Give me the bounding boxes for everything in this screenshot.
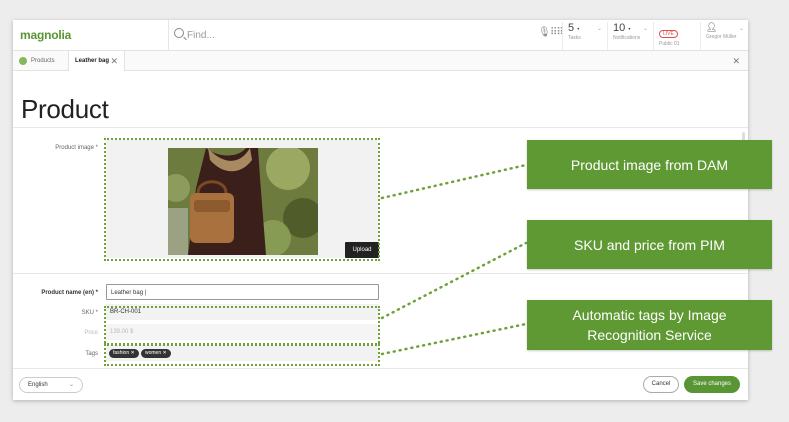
notifications-label: Notifications [613, 35, 641, 41]
environment-label: Public 01 [659, 41, 680, 47]
app-icon [19, 57, 27, 65]
search-bar[interactable] [168, 20, 518, 51]
chevron-down-icon: ⌄ [68, 382, 74, 388]
save-changes-button[interactable]: Save changes [684, 376, 740, 393]
tags-label: Tags [85, 351, 98, 357]
user-menu[interactable]: 👤︎ Gregor Müller ⌄ [700, 22, 748, 50]
notifications-indicator[interactable]: 10 • Notifications ⌄ [607, 22, 652, 50]
environment-indicator[interactable]: LIVE Public 01 [653, 22, 699, 50]
chevron-down-icon: ⌄ [738, 26, 744, 32]
highlight-tags-box [104, 343, 380, 366]
tasks-label: Tasks [568, 35, 581, 41]
highlight-sku-price-box [104, 306, 380, 346]
tasks-indicator[interactable]: 5 • Tasks ⌄ [562, 22, 606, 50]
top-bar: magnolia 🎙 ⠿⠿ 5 • Tasks ⌄ 10 • Notificat… [13, 20, 748, 51]
tab-products[interactable]: Products [13, 51, 68, 71]
callout-tags: Automatic tags by Image Recognition Serv… [527, 300, 772, 350]
product-name-label: Product name (en) * [41, 290, 98, 296]
divider [13, 127, 748, 128]
sku-label: SKU * [81, 310, 98, 316]
close-icon[interactable]: ✕ [732, 51, 740, 71]
tab-bar: Products Leather bag ✕ ✕ [13, 51, 748, 71]
language-select[interactable]: English ⌄ [19, 377, 83, 393]
divider [13, 368, 748, 369]
microphone-icon[interactable]: 🎙 [538, 27, 551, 38]
search-icon [174, 28, 184, 38]
product-image-label: Product image * [55, 145, 98, 151]
chevron-down-icon: ⌄ [596, 26, 602, 32]
callout-pim: SKU and price from PIM [527, 220, 772, 269]
divider [13, 273, 748, 274]
status-badge: LIVE [659, 30, 678, 38]
user-name: Gregor Müller [706, 34, 737, 40]
search-input[interactable] [187, 26, 487, 44]
page-title: Product [21, 94, 109, 124]
highlight-image-box [104, 138, 380, 261]
tab-leather-bag[interactable]: Leather bag ✕ [68, 51, 125, 71]
product-name-input[interactable]: Leather bag | [106, 284, 379, 300]
cancel-button[interactable]: Cancel [643, 376, 679, 393]
price-label: Price [84, 330, 98, 336]
magnolia-logo[interactable]: magnolia [20, 28, 71, 42]
callout-dam: Product image from DAM [527, 140, 772, 189]
chevron-down-icon: ⌄ [642, 26, 648, 32]
close-icon[interactable]: ✕ [110, 51, 118, 71]
apps-grid-icon[interactable]: ⠿⠿ [550, 27, 564, 38]
